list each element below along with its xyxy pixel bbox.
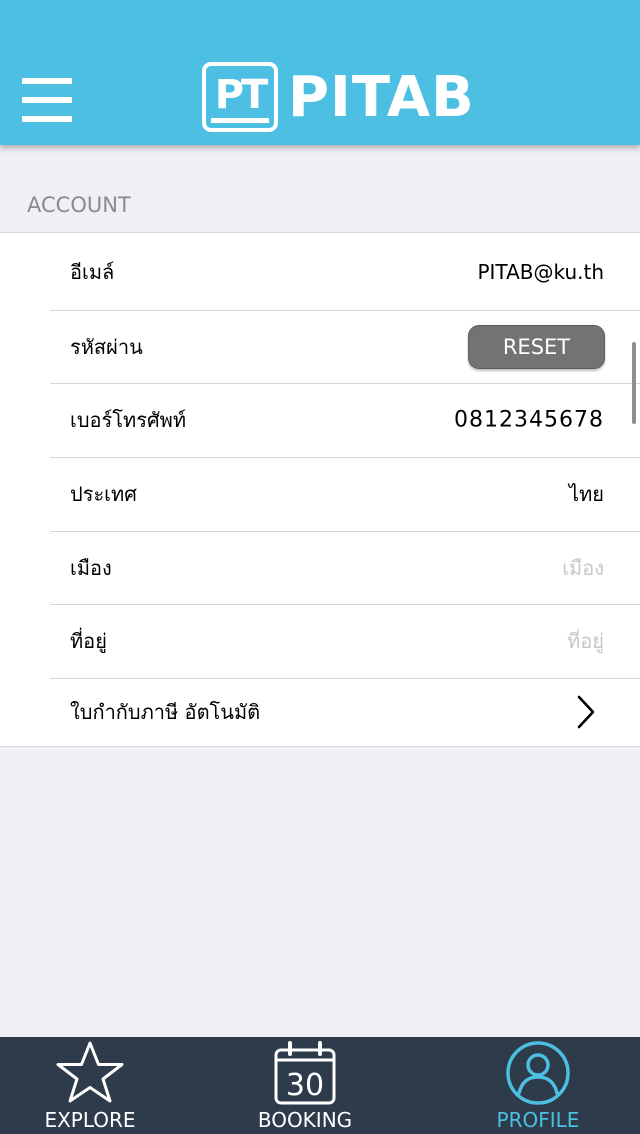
- section-title: ACCOUNT: [27, 193, 131, 217]
- star-icon: [56, 1041, 124, 1103]
- country-label: ประเทศ: [70, 482, 137, 506]
- password-row: รหัสผ่าน RESET: [50, 310, 640, 384]
- country-row[interactable]: ประเทศ ไทย: [50, 457, 640, 532]
- phone-row[interactable]: เบอร์โทรศัพท์ 0812345678: [50, 383, 640, 458]
- tab-profile-label: PROFILE: [496, 1108, 580, 1132]
- logo-mark-text: PT: [214, 72, 269, 118]
- reset-password-button[interactable]: RESET: [468, 324, 605, 369]
- tab-explore[interactable]: EXPLORE: [0, 1037, 180, 1134]
- app-header: PT PITAB: [0, 0, 640, 145]
- email-value: PITAB@ku.th: [477, 259, 604, 284]
- logo-text: PITAB: [288, 65, 475, 130]
- address-row: ที่อยู่: [50, 604, 640, 679]
- city-label: เมือง: [70, 555, 112, 580]
- email-label: อีเมล์: [70, 259, 115, 284]
- city-input[interactable]: [404, 555, 604, 580]
- tab-booking-label: BOOKING: [257, 1108, 353, 1132]
- address-input[interactable]: [404, 629, 604, 653]
- calendar-day: 30: [286, 1068, 324, 1103]
- tab-booking[interactable]: 30 BOOKING: [215, 1037, 395, 1134]
- country-value: ไทย: [569, 482, 604, 506]
- account-list: อีเมล์ PITAB@ku.th รหัสผ่าน RESET เบอร์โ…: [0, 232, 640, 747]
- city-row: เมือง: [50, 531, 640, 605]
- menu-icon[interactable]: [22, 78, 72, 122]
- tax-invoice-row[interactable]: ใบกำกับภาษี อัตโนมัติ: [50, 678, 640, 746]
- logo-mark: PT: [202, 62, 278, 132]
- scrollbar[interactable]: [632, 342, 636, 424]
- tab-bar: EXPLORE 30 BOOKING PROFILE: [0, 1037, 640, 1134]
- password-label: รหัสผ่าน: [70, 334, 143, 359]
- tab-profile[interactable]: PROFILE: [448, 1037, 628, 1134]
- calendar-icon: 30: [274, 1041, 336, 1105]
- tax-invoice-label: ใบกำกับภาษี อัตโนมัติ: [70, 700, 261, 724]
- phone-label: เบอร์โทรศัพท์: [70, 408, 187, 432]
- phone-value: 0812345678: [454, 407, 604, 433]
- address-label: ที่อยู่: [70, 629, 107, 653]
- chevron-right-icon: [577, 695, 595, 729]
- tab-explore-label: EXPLORE: [44, 1108, 136, 1132]
- email-row[interactable]: อีเมล์ PITAB@ku.th: [50, 233, 640, 311]
- user-icon: [506, 1041, 570, 1105]
